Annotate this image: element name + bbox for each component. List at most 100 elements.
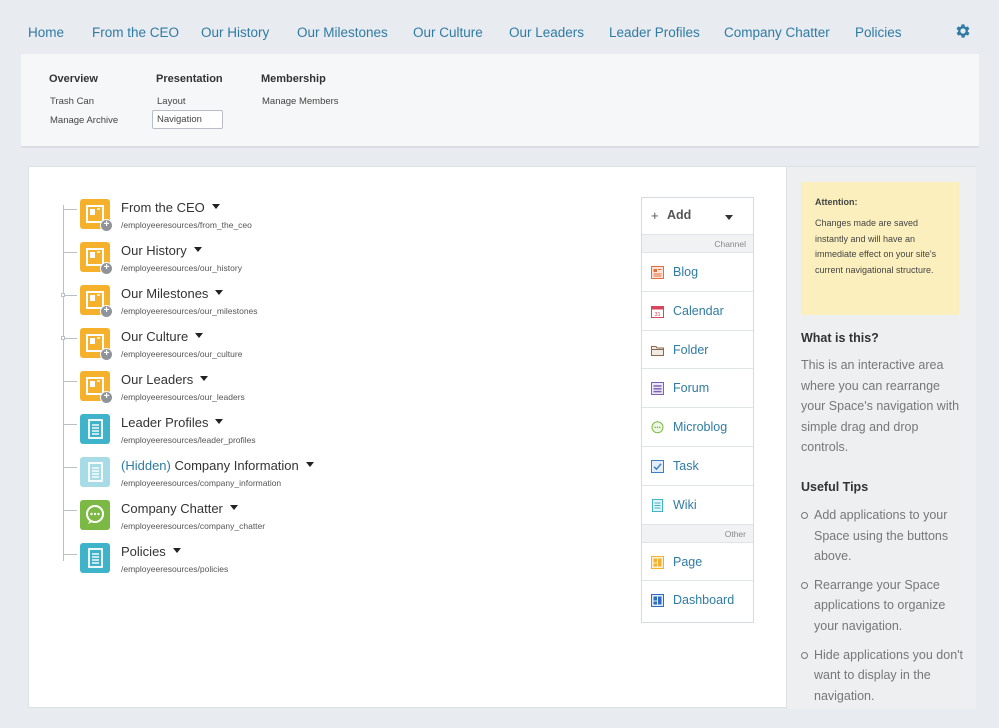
add-option-label: Microblog <box>673 420 728 435</box>
node-path: /employeeresources/our_leaders <box>121 392 245 402</box>
navigation-editor: + From the CEO /employeeresources/from_t… <box>28 166 976 709</box>
trash-can-link[interactable]: Trash Can <box>50 96 94 107</box>
tree-connector <box>63 510 77 511</box>
navigation-link[interactable]: Navigation <box>152 110 223 129</box>
admin-menu: Overview Trash Can Manage Archive Presen… <box>21 54 979 148</box>
chevron-down-icon[interactable] <box>195 333 204 339</box>
node-path: /employeeresources/policies <box>121 564 229 574</box>
tree-connector <box>63 467 77 468</box>
add-page-button[interactable]: Page <box>642 543 753 582</box>
node-title[interactable]: Our Leaders <box>121 372 209 387</box>
node-title[interactable]: Our Culture <box>121 329 204 344</box>
node-title[interactable]: Company Chatter <box>121 501 238 516</box>
blog-icon <box>651 266 664 279</box>
add-option-label: Dashboard <box>673 593 735 608</box>
add-microblog-button[interactable]: Microblog <box>642 408 753 447</box>
tree-connector <box>63 424 77 425</box>
chevron-down-icon[interactable] <box>193 247 202 253</box>
chevron-down-icon[interactable] <box>215 290 224 296</box>
add-calendar-button[interactable]: 31 Calendar <box>642 292 753 331</box>
svg-text:31: 31 <box>654 312 660 318</box>
chevron-down-icon <box>725 215 733 220</box>
add-folder-button[interactable]: Folder <box>642 331 753 370</box>
tree-connector <box>63 554 77 555</box>
add-option-label: Page <box>673 554 703 569</box>
manage-members-link[interactable]: Manage Members <box>262 96 339 107</box>
wiki-icon[interactable] <box>80 543 110 573</box>
add-option-label: Wiki <box>673 497 697 512</box>
gear-icon[interactable] <box>954 22 972 40</box>
chevron-down-icon[interactable] <box>229 505 238 511</box>
add-child-icon[interactable]: + <box>100 219 113 232</box>
attention-title: Attention: <box>815 197 858 207</box>
node-title[interactable]: From the CEO <box>121 200 220 215</box>
other-section-label: Other <box>642 524 753 543</box>
add-option-label: Forum <box>673 381 710 396</box>
add-option-label: Calendar <box>673 303 724 318</box>
microblog-icon[interactable] <box>80 500 110 530</box>
node-title[interactable]: Policies <box>121 544 181 559</box>
chevron-down-icon[interactable] <box>200 376 209 382</box>
task-icon <box>651 459 664 473</box>
add-child-icon[interactable]: + <box>100 348 113 361</box>
tree-collapse-handle[interactable] <box>61 336 65 340</box>
nav-item-our-milestones[interactable]: Our Milestones <box>297 25 388 40</box>
nav-item-from-the-ceo[interactable]: From the CEO <box>92 25 179 40</box>
page-icon <box>651 555 664 569</box>
node-path: /employeeresources/company_information <box>121 478 282 488</box>
what-is-this-heading: What is this? <box>801 331 879 345</box>
nav-item-policies[interactable]: Policies <box>855 25 902 40</box>
chevron-down-icon[interactable] <box>215 419 224 425</box>
add-option-label: Blog <box>673 265 699 279</box>
nav-item-home[interactable]: Home <box>28 25 64 40</box>
nav-item-our-leaders[interactable]: Our Leaders <box>509 25 584 40</box>
nav-item-our-history[interactable]: Our History <box>201 25 269 40</box>
nav-item-leader-profiles[interactable]: Leader Profiles <box>609 25 700 40</box>
useful-tips-heading: Useful Tips <box>801 480 869 494</box>
node-title[interactable]: Leader Profiles <box>121 415 224 430</box>
node-title[interactable]: Our Milestones <box>121 286 224 301</box>
nav-item-company-chatter[interactable]: Company Chatter <box>724 25 830 40</box>
nav-item-our-culture[interactable]: Our Culture <box>413 25 483 40</box>
tree-connector <box>63 338 77 339</box>
plus-icon: + <box>651 208 659 223</box>
membership-heading: Membership <box>261 73 326 85</box>
tip-item: Add applications to your Space using the… <box>801 505 971 567</box>
node-path: /employeeresources/our_culture <box>121 349 243 359</box>
useful-tips-list: Add applications to your Space using the… <box>801 505 971 714</box>
tip-item: Rearrange your Space applications to org… <box>801 575 971 637</box>
microblog-icon <box>651 421 664 434</box>
node-path: /employeeresources/company_chatter <box>121 521 266 531</box>
channel-section-label: Channel <box>642 235 753 253</box>
add-wiki-button[interactable]: Wiki <box>642 486 753 525</box>
add-child-icon[interactable]: + <box>100 262 113 275</box>
layout-link[interactable]: Layout <box>157 96 186 107</box>
manage-archive-link[interactable]: Manage Archive <box>50 115 118 126</box>
wiki-icon[interactable] <box>80 457 110 487</box>
add-task-button[interactable]: Task <box>642 447 753 486</box>
node-title[interactable]: (Hidden) Company Information <box>121 458 314 473</box>
add-dropdown-button[interactable]: + Add <box>642 198 753 235</box>
help-sidebar: Attention: Changes made are saved instan… <box>786 167 976 709</box>
node-title[interactable]: Our History <box>121 243 202 258</box>
chevron-down-icon[interactable] <box>172 548 181 554</box>
add-blog-button[interactable]: Blog <box>642 253 753 292</box>
add-option-label: Task <box>673 458 699 473</box>
add-child-icon[interactable]: + <box>100 391 113 404</box>
chevron-down-icon[interactable] <box>305 462 314 468</box>
add-dashboard-button[interactable]: Dashboard <box>642 581 753 620</box>
calendar-icon: 31 <box>651 305 664 318</box>
attention-note: Attention: Changes made are saved instan… <box>801 182 959 315</box>
wiki-icon[interactable] <box>80 414 110 444</box>
add-forum-button[interactable]: Forum <box>642 369 753 409</box>
add-child-icon[interactable]: + <box>100 305 113 318</box>
tree-connector <box>63 209 77 210</box>
tree-collapse-handle[interactable] <box>61 293 65 297</box>
node-path: /employeeresources/our_milestones <box>121 306 258 316</box>
chevron-down-icon[interactable] <box>211 204 220 210</box>
tree-connector <box>63 295 77 296</box>
add-option-label: Folder <box>673 342 709 357</box>
attention-body: Changes made are saved instantly and wil… <box>815 218 937 275</box>
what-is-this-body: This is an interactive area where you ca… <box>801 358 960 455</box>
wiki-icon <box>652 498 663 512</box>
